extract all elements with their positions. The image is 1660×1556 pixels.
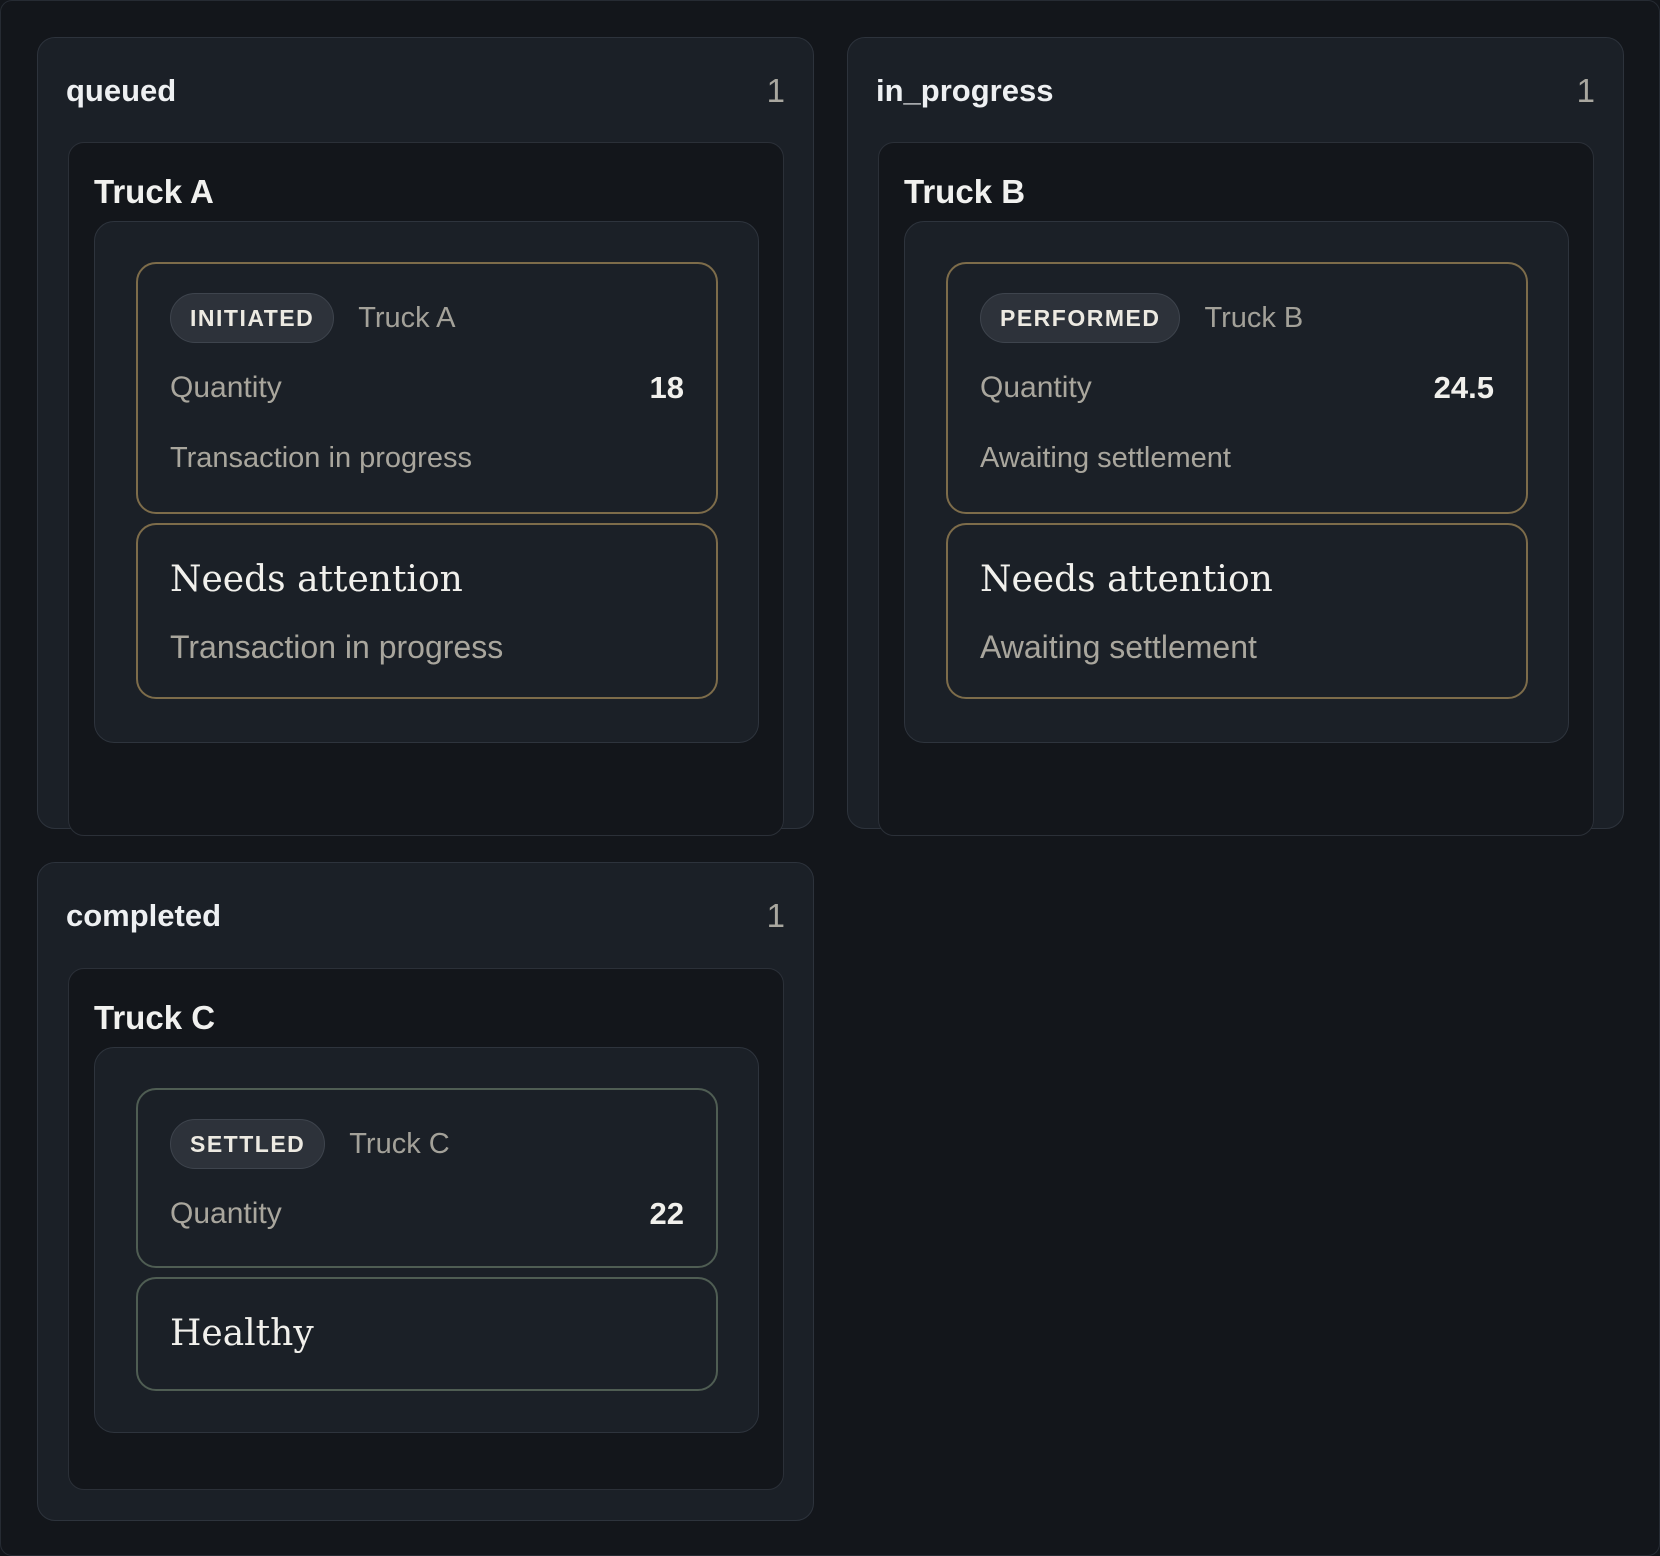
health-status-box: Needs attention Awaiting settlement [946,523,1528,699]
quantity-row: Quantity 22 [170,1196,684,1232]
health-status-box: Needs attention Transaction in progress [136,523,718,699]
column-title: completed [66,898,222,933]
health-status-box: Healthy [136,1277,718,1391]
badge-row: PERFORMED Truck B [980,293,1303,343]
column-count: 1 [766,897,785,934]
transaction-note: Awaiting settlement [980,442,1231,474]
transaction-box: SETTLED Truck C Quantity 22 [136,1088,718,1268]
health-status-title: Healthy [170,1313,314,1354]
truck-detail-panel: SETTLED Truck C Quantity 22 Healthy [94,1047,759,1433]
column-count: 1 [1576,72,1595,109]
column-title: in_progress [876,73,1054,108]
transaction-box: INITIATED Truck A Quantity 18 Transactio… [136,262,718,514]
status-badge: PERFORMED [980,293,1181,343]
quantity-value: 24.5 [1433,370,1494,405]
quantity-row: Quantity 18 [170,370,684,406]
column-completed: completed 1 Truck C SETTLED Truck C Quan… [37,862,814,1521]
transaction-box: PERFORMED Truck B Quantity 24.5 Awaiting… [946,262,1528,514]
transaction-truck-name: Truck C [349,1127,450,1160]
truck-card[interactable]: Truck B PERFORMED Truck B Quantity 24.5 … [878,142,1594,836]
truck-title: Truck A [94,173,214,210]
health-status-title: Needs attention [980,559,1273,600]
transaction-truck-name: Truck B [1204,301,1304,334]
kanban-board: queued 1 Truck A INITIATED Truck A Quant… [0,0,1660,1556]
status-badge: INITIATED [170,293,335,343]
column-header: in_progress 1 [876,72,1595,110]
transaction-note: Transaction in progress [170,442,472,474]
badge-row: INITIATED Truck A [170,293,455,343]
quantity-value: 22 [649,1196,684,1231]
column-queued: queued 1 Truck A INITIATED Truck A Quant… [37,37,814,836]
truck-detail-panel: PERFORMED Truck B Quantity 24.5 Awaiting… [904,221,1569,743]
truck-card[interactable]: Truck C SETTLED Truck C Quantity 22 Heal… [68,968,784,1490]
transaction-truck-name: Truck A [358,301,456,334]
status-badge: SETTLED [170,1119,326,1169]
truck-detail-panel: INITIATED Truck A Quantity 18 Transactio… [94,221,759,743]
column-header: queued 1 [66,72,785,110]
column-count: 1 [766,72,785,109]
quantity-row: Quantity 24.5 [980,370,1494,406]
quantity-label: Quantity [170,1197,282,1230]
health-status-title: Needs attention [170,559,463,600]
quantity-value: 18 [649,370,684,405]
column-title: queued [66,73,177,108]
truck-title: Truck C [94,999,216,1036]
health-status-detail: Transaction in progress [170,629,504,665]
quantity-label: Quantity [980,371,1092,404]
truck-card[interactable]: Truck A INITIATED Truck A Quantity 18 Tr… [68,142,784,836]
health-status-detail: Awaiting settlement [980,629,1257,665]
quantity-label: Quantity [170,371,282,404]
column-header: completed 1 [66,897,785,935]
truck-title: Truck B [904,173,1026,210]
badge-row: SETTLED Truck C [170,1119,450,1169]
column-in-progress: in_progress 1 Truck B PERFORMED Truck B … [847,37,1624,836]
